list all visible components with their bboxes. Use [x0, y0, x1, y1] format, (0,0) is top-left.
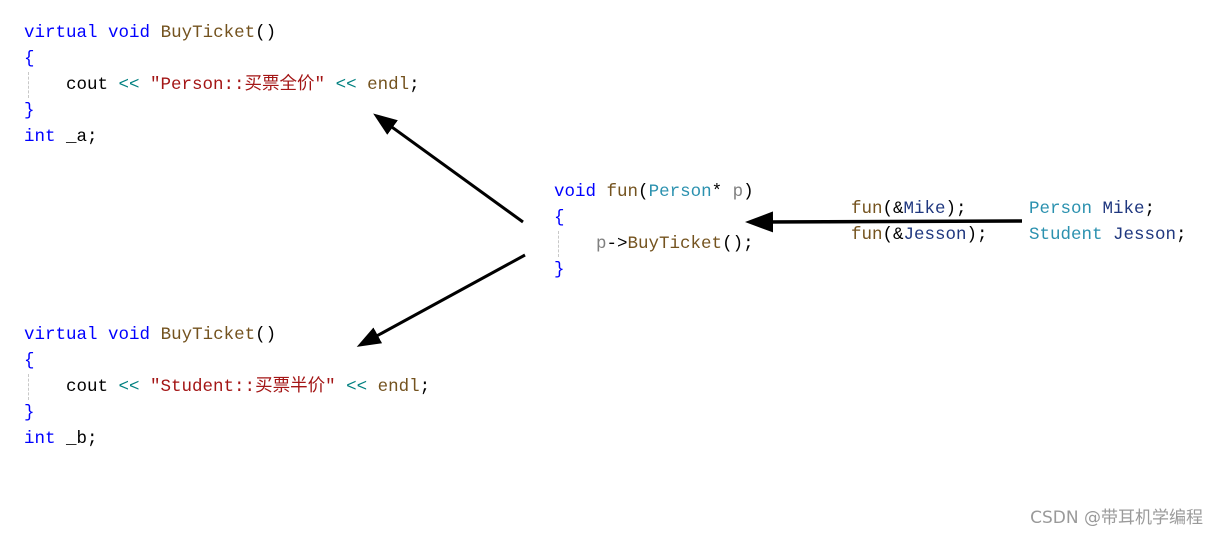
arrow-to-person-buyticket — [373, 113, 524, 224]
arrow-to-student-buyticket — [356, 253, 526, 347]
arrow-to-fun — [745, 211, 1023, 233]
arrows — [356, 113, 1023, 347]
watermark: CSDN @带耳机学编程 — [1030, 508, 1203, 528]
